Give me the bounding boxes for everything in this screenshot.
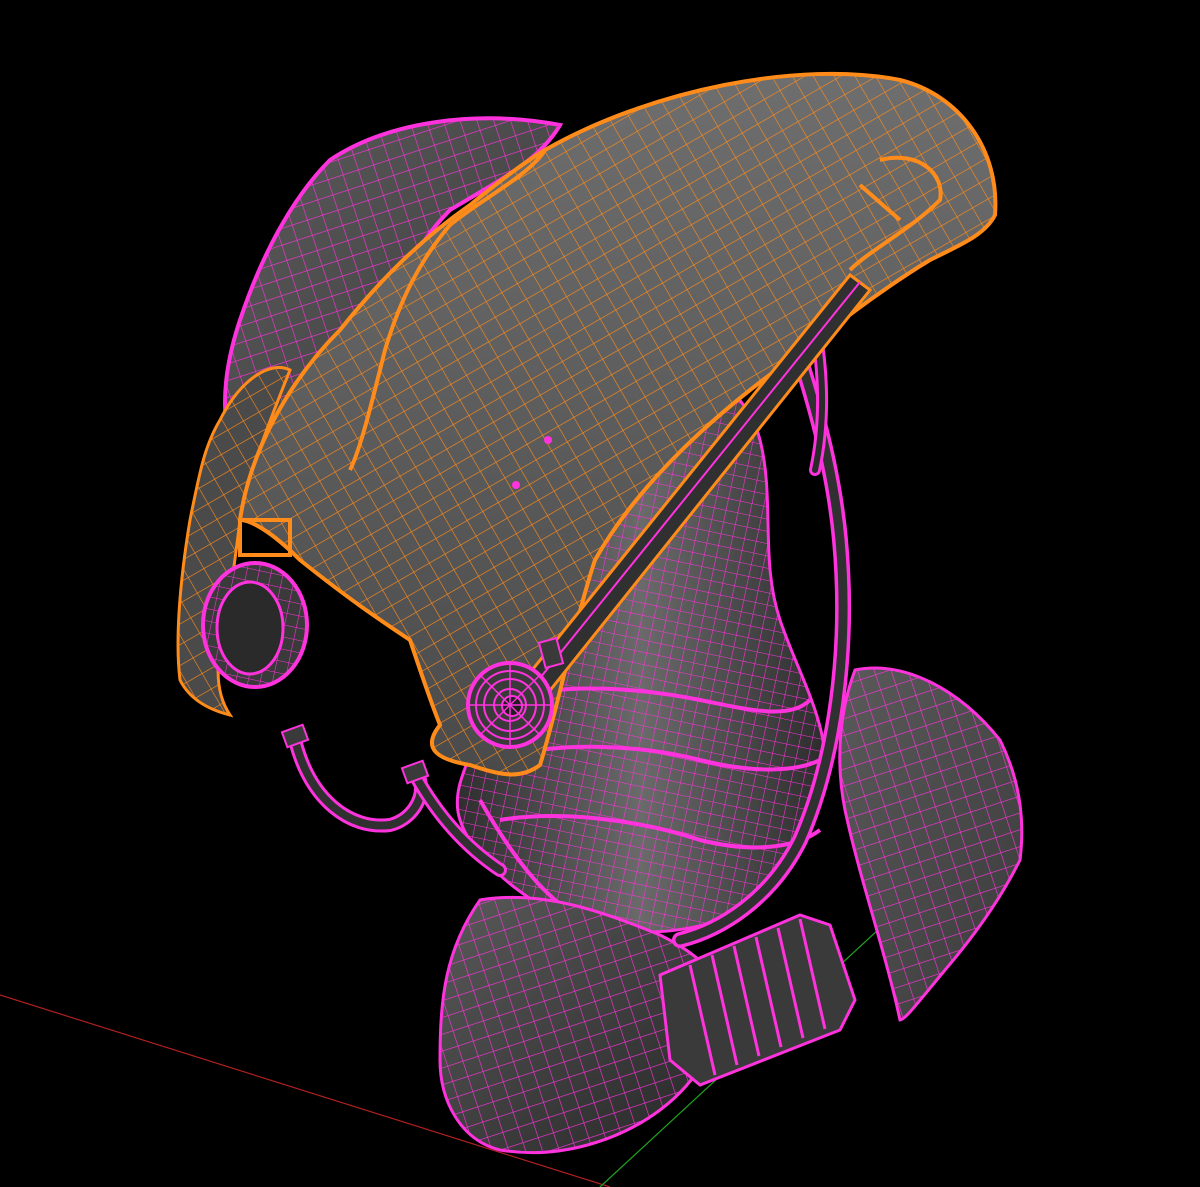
helmet-back-panel[interactable] — [838, 666, 1024, 1022]
side-lens[interactable] — [201, 561, 309, 689]
lens-glass — [215, 580, 285, 676]
3d-viewport[interactable] — [0, 0, 1200, 1187]
viewport-canvas[interactable] — [0, 0, 1200, 1187]
strap-hinge[interactable] — [466, 661, 554, 749]
